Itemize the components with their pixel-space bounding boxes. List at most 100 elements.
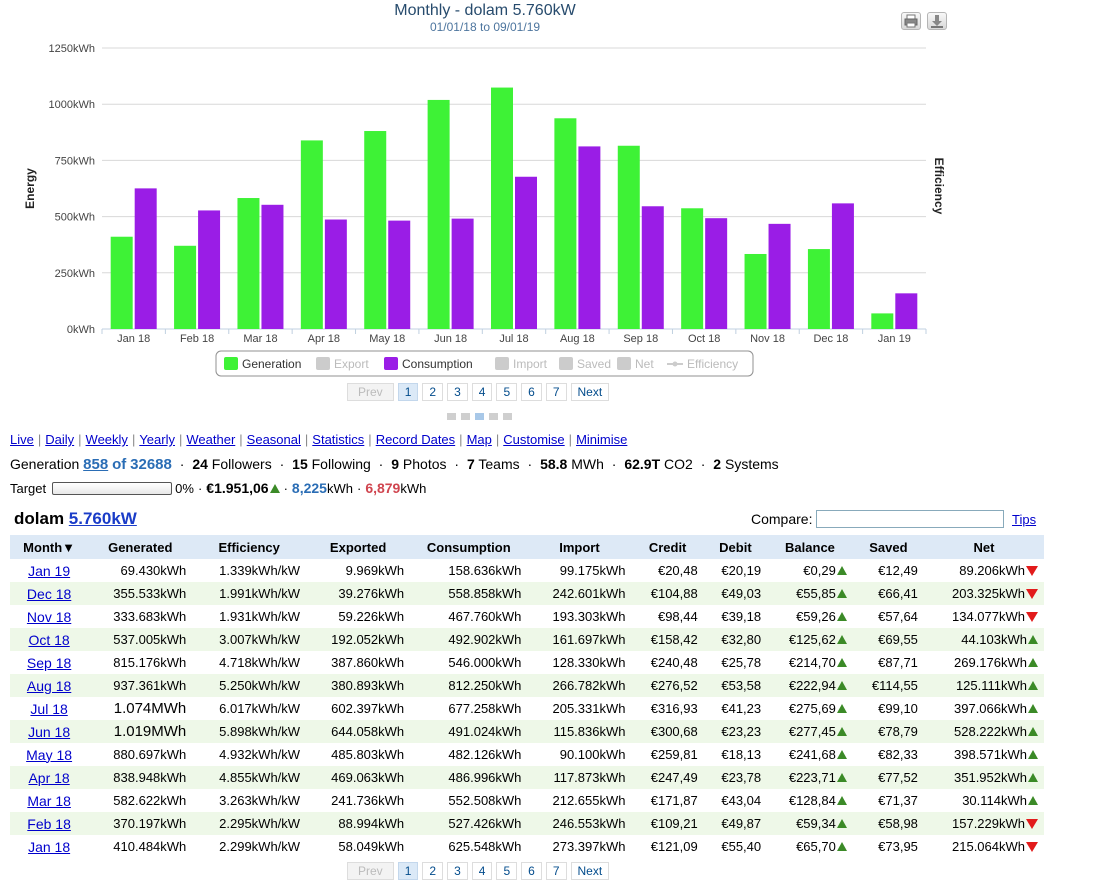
- column-header[interactable]: Efficiency: [192, 535, 307, 559]
- month-link[interactable]: Apr 18: [28, 770, 69, 786]
- nav-link-weather[interactable]: Weather: [186, 432, 235, 447]
- bar-generation[interactable]: [110, 236, 133, 329]
- month-link[interactable]: Jan 19: [28, 563, 70, 579]
- bar-consumption[interactable]: [768, 223, 791, 329]
- pager-page-2[interactable]: 2: [422, 862, 444, 880]
- legend-item-import[interactable]: Import: [495, 357, 548, 371]
- nav-link-weekly[interactable]: Weekly: [86, 432, 128, 447]
- carousel-dot[interactable]: [447, 413, 456, 420]
- pager-next-button[interactable]: Next: [570, 862, 610, 880]
- month-link[interactable]: Sep 18: [27, 655, 71, 671]
- pager-page-7[interactable]: 7: [545, 383, 567, 401]
- pager-page-1[interactable]: 1: [397, 383, 419, 401]
- pager-page-2[interactable]: 2: [422, 383, 444, 401]
- bar-consumption[interactable]: [831, 203, 854, 329]
- teams-label[interactable]: Teams: [478, 456, 519, 472]
- bar-generation[interactable]: [554, 118, 577, 329]
- bar-consumption[interactable]: [388, 220, 411, 329]
- pager-page-4[interactable]: 4: [471, 862, 493, 880]
- legend-item-generation[interactable]: Generation: [224, 357, 301, 371]
- following-label[interactable]: Following: [312, 456, 371, 472]
- column-header[interactable]: Saved: [852, 535, 924, 559]
- nav-link-daily[interactable]: Daily: [45, 432, 74, 447]
- bar-consumption[interactable]: [895, 293, 918, 329]
- bar-consumption[interactable]: [705, 218, 728, 329]
- pager-next-button[interactable]: Next: [570, 383, 610, 401]
- month-link[interactable]: Jul 18: [30, 701, 67, 717]
- bar-consumption[interactable]: [641, 206, 664, 329]
- bar-generation[interactable]: [681, 208, 704, 329]
- print-button[interactable]: [901, 12, 921, 30]
- nav-link-record-dates[interactable]: Record Dates: [376, 432, 455, 447]
- legend-item-net[interactable]: Net: [617, 357, 654, 371]
- bar-generation[interactable]: [237, 198, 260, 329]
- nav-link-live[interactable]: Live: [10, 432, 34, 447]
- bar-generation[interactable]: [744, 253, 767, 329]
- bar-generation[interactable]: [364, 131, 387, 329]
- month-link[interactable]: May 18: [26, 747, 72, 763]
- followers-label[interactable]: Followers: [212, 456, 272, 472]
- bar-consumption[interactable]: [261, 204, 284, 329]
- pager-page-7[interactable]: 7: [545, 862, 567, 880]
- bar-generation[interactable]: [427, 99, 450, 329]
- carousel-dot[interactable]: [489, 413, 498, 420]
- month-link[interactable]: Jan 18: [28, 839, 70, 855]
- bar-consumption[interactable]: [451, 218, 474, 329]
- column-header[interactable]: Debit: [703, 535, 768, 559]
- systems-label[interactable]: Systems: [725, 456, 779, 472]
- nav-link-minimise[interactable]: Minimise: [576, 432, 627, 447]
- pager-page-6[interactable]: 6: [521, 383, 542, 401]
- tips-link[interactable]: Tips: [1012, 512, 1036, 527]
- pager-page-1[interactable]: 1: [397, 862, 419, 880]
- bar-generation[interactable]: [807, 249, 830, 329]
- photos-label[interactable]: Photos: [403, 456, 447, 472]
- column-header[interactable]: Generated: [88, 535, 193, 559]
- column-header[interactable]: Net: [923, 535, 1044, 559]
- nav-link-map[interactable]: Map: [467, 432, 492, 447]
- pager-page-3[interactable]: 3: [447, 862, 468, 880]
- bar-generation[interactable]: [174, 245, 197, 329]
- pager-page-5[interactable]: 5: [496, 862, 518, 880]
- carousel-dot[interactable]: [461, 413, 470, 420]
- bar-consumption[interactable]: [324, 219, 347, 329]
- month-link[interactable]: Aug 18: [27, 678, 71, 694]
- compare-input[interactable]: [816, 510, 1005, 528]
- system-size-link[interactable]: 5.760kW: [69, 509, 137, 528]
- month-link[interactable]: Nov 18: [27, 609, 71, 625]
- bar-generation[interactable]: [617, 145, 640, 329]
- carousel-dot[interactable]: [503, 413, 512, 420]
- pager-page-5[interactable]: 5: [496, 383, 518, 401]
- pager-prev-button[interactable]: Prev: [347, 383, 394, 401]
- column-header[interactable]: Exported: [306, 535, 411, 559]
- bar-generation[interactable]: [491, 87, 513, 330]
- column-header[interactable]: Consumption: [410, 535, 528, 559]
- legend-item-export[interactable]: Export: [316, 357, 369, 371]
- carousel-dot-active[interactable]: [475, 413, 484, 420]
- month-link[interactable]: Dec 18: [27, 586, 71, 602]
- pager-page-4[interactable]: 4: [471, 383, 493, 401]
- bar-consumption[interactable]: [578, 146, 601, 329]
- column-header[interactable]: Month▼: [10, 535, 89, 559]
- rank-link[interactable]: 858: [83, 456, 108, 473]
- bar-consumption[interactable]: [134, 188, 157, 329]
- pager-page-3[interactable]: 3: [447, 383, 468, 401]
- nav-link-customise[interactable]: Customise: [503, 432, 564, 447]
- month-link[interactable]: Feb 18: [27, 816, 71, 832]
- column-header[interactable]: Import: [527, 535, 632, 559]
- download-button[interactable]: [927, 12, 947, 30]
- legend-item-consumption[interactable]: Consumption: [384, 357, 473, 371]
- month-link[interactable]: Oct 18: [28, 632, 69, 648]
- nav-link-seasonal[interactable]: Seasonal: [247, 432, 301, 447]
- legend-item-saved[interactable]: Saved: [559, 357, 611, 371]
- bar-generation[interactable]: [871, 313, 894, 329]
- bar-consumption[interactable]: [515, 176, 537, 329]
- column-header[interactable]: Balance: [767, 535, 853, 559]
- bar-generation[interactable]: [300, 140, 323, 329]
- nav-link-yearly[interactable]: Yearly: [139, 432, 175, 447]
- month-link[interactable]: Jun 18: [28, 724, 70, 740]
- pager-page-6[interactable]: 6: [521, 862, 542, 880]
- bar-consumption[interactable]: [198, 210, 221, 329]
- pager-prev-button[interactable]: Prev: [347, 862, 394, 880]
- month-link[interactable]: Mar 18: [27, 793, 71, 809]
- nav-link-statistics[interactable]: Statistics: [312, 432, 364, 447]
